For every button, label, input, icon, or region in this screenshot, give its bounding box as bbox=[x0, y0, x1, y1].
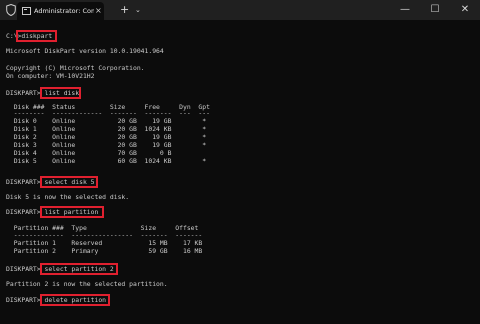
terminal-line: Disk 5 Online 60 GB 1024 KB * bbox=[6, 157, 207, 165]
title-bar[interactable]: Administrator: Command Prompt × + ⌄ — ☐ … bbox=[0, 0, 480, 20]
tab-title: Administrator: Command Prompt bbox=[34, 7, 94, 15]
highlight-diskpart-command bbox=[16, 30, 57, 42]
close-tab-icon[interactable]: × bbox=[95, 5, 102, 17]
terminal-line: Microsoft DiskPart version 10.0.19041.96… bbox=[6, 47, 164, 55]
command-prompt-window: Administrator: Command Prompt × + ⌄ — ☐ … bbox=[0, 0, 480, 324]
terminal-output[interactable]: C:\>diskpart Microsoft DiskPart version 1… bbox=[0, 20, 480, 324]
close-window-button[interactable]: ✕ bbox=[450, 0, 480, 20]
terminal-line: Partition 2 Primary 59 GB 16 MB bbox=[6, 247, 203, 255]
highlight-list-disk-command bbox=[40, 87, 81, 99]
tab-command-prompt[interactable]: Administrator: Command Prompt × bbox=[17, 2, 104, 20]
new-tab-button[interactable]: + bbox=[120, 3, 129, 16]
highlight-list-partition-command bbox=[40, 206, 104, 218]
terminal-line: Partition 2 is now the selected partitio… bbox=[6, 280, 168, 288]
shield-icon bbox=[6, 4, 16, 16]
terminal-line: On computer: VM-10V21H2 bbox=[6, 72, 95, 80]
highlight-delete-partition-command bbox=[40, 294, 110, 306]
highlight-select-partition-command bbox=[40, 263, 118, 275]
highlight-select-disk-command bbox=[40, 176, 98, 188]
maximize-button[interactable]: ☐ bbox=[420, 0, 450, 20]
minimize-button[interactable]: — bbox=[390, 0, 420, 20]
cmd-icon bbox=[22, 7, 31, 15]
terminal-line: Disk 5 is now the selected disk. bbox=[6, 193, 130, 201]
chevron-down-icon[interactable]: ⌄ bbox=[135, 4, 141, 16]
